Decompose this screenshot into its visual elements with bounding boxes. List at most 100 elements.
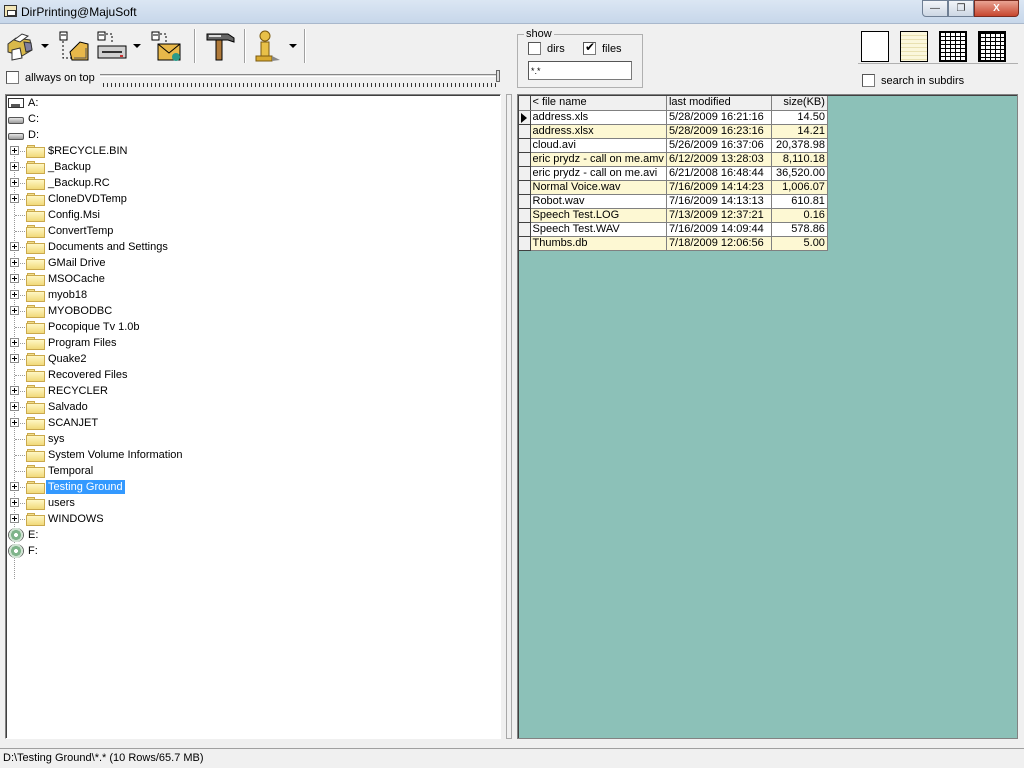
tree-folder[interactable]: Salvado (6, 399, 306, 415)
table-row[interactable]: address.xls 5/28/2009 16:21:16 14.50 (519, 110, 828, 125)
tree-folder[interactable]: CloneDVDTemp (6, 191, 306, 207)
column-header-size[interactable]: size(KB) (771, 96, 828, 111)
tree-folder[interactable]: MYOBODBC (6, 303, 306, 319)
tree-folder[interactable]: Temporal (6, 463, 306, 479)
tree-folder[interactable]: Documents and Settings (6, 239, 306, 255)
tree-folder[interactable]: WINDOWS (6, 511, 306, 527)
last-modified-cell[interactable]: 7/18/2009 12:06:56 (666, 236, 772, 251)
search-subdirs-checkbox[interactable] (862, 74, 875, 87)
grid-view-button[interactable] (939, 31, 967, 62)
table-row[interactable]: address.xlsx 5/28/2009 16:23:16 14.21 (519, 124, 828, 139)
tree-folder[interactable]: _Backup (6, 159, 306, 175)
tree-folder[interactable]: sys (6, 431, 306, 447)
tree-drive-c[interactable]: C: (6, 111, 41, 127)
tree-folder[interactable]: MSOCache (6, 271, 306, 287)
file-name-cell[interactable]: Robot.wav (530, 194, 667, 209)
tree-folder[interactable]: users (6, 495, 306, 511)
files-checkbox[interactable] (583, 40, 596, 55)
row-indicator[interactable] (519, 152, 531, 167)
print-dropdown-arrow[interactable] (41, 44, 49, 48)
last-modified-cell[interactable]: 7/13/2009 12:37:21 (666, 208, 772, 223)
size-cell[interactable]: 14.21 (771, 124, 828, 139)
last-modified-cell[interactable]: 7/16/2009 14:13:13 (666, 194, 772, 209)
last-modified-cell[interactable]: 6/21/2008 16:48:44 (666, 166, 772, 181)
file-name-cell[interactable]: eric prydz - call on me.avi (530, 166, 667, 181)
expand-icon[interactable] (10, 482, 19, 491)
slider-thumb[interactable] (496, 70, 500, 82)
expand-icon[interactable] (10, 194, 19, 203)
last-modified-cell[interactable]: 7/16/2009 14:14:23 (666, 180, 772, 195)
expand-icon[interactable] (10, 306, 19, 315)
expand-icon[interactable] (10, 178, 19, 187)
size-cell[interactable]: 610.81 (771, 194, 828, 209)
file-name-cell[interactable]: address.xlsx (530, 124, 667, 139)
column-header-last-modified[interactable]: last modified (666, 96, 772, 111)
dirs-checkbox[interactable] (528, 42, 541, 55)
tools-button[interactable] (204, 28, 236, 64)
file-mask-input[interactable] (528, 61, 632, 80)
print-button[interactable] (4, 28, 49, 64)
tree-folder[interactable]: GMail Drive (6, 255, 306, 271)
expand-icon[interactable] (10, 274, 19, 283)
info-button[interactable] (252, 28, 297, 64)
tree-drive-e[interactable]: E: (6, 527, 40, 543)
file-name-cell[interactable]: Speech Test.LOG (530, 208, 667, 223)
row-indicator[interactable] (519, 208, 531, 223)
tree-folder[interactable]: Pocopique Tv 1.0b (6, 319, 306, 335)
row-indicator[interactable] (519, 124, 531, 139)
last-modified-cell[interactable]: 5/26/2009 16:37:06 (666, 138, 772, 153)
file-name-cell[interactable]: Normal Voice.wav (530, 180, 667, 195)
file-name-cell[interactable]: address.xls (530, 110, 667, 125)
export-button[interactable] (96, 28, 141, 64)
file-name-cell[interactable]: eric prydz - call on me.amv (530, 152, 667, 167)
expand-icon[interactable] (10, 386, 19, 395)
expand-icon[interactable] (10, 146, 19, 155)
expand-icon[interactable] (10, 162, 19, 171)
row-indicator[interactable] (519, 222, 531, 237)
size-cell[interactable]: 5.00 (771, 236, 828, 251)
show-dirs-option[interactable]: dirs (528, 42, 565, 55)
tree-drive-f[interactable]: F: (6, 543, 40, 559)
striped-view-button[interactable] (900, 31, 928, 62)
tree-folder[interactable]: _Backup.RC (6, 175, 306, 191)
last-modified-cell[interactable]: 6/12/2009 13:28:03 (666, 152, 772, 167)
table-row[interactable]: Speech Test.WAV 7/16/2009 14:09:44 578.86 (519, 222, 828, 237)
tree-folder[interactable]: Quake2 (6, 351, 306, 367)
file-name-cell[interactable]: cloud.avi (530, 138, 667, 153)
expand-icon[interactable] (10, 354, 19, 363)
expand-icon[interactable] (10, 290, 19, 299)
size-cell[interactable]: 14.50 (771, 110, 828, 125)
size-cell[interactable]: 1,006.07 (771, 180, 828, 195)
restore-button[interactable]: ❐ (948, 0, 974, 17)
row-indicator[interactable] (519, 236, 531, 251)
size-cell[interactable]: 20,378.98 (771, 138, 828, 153)
tree-folder[interactable]: Config.Msi (6, 207, 306, 223)
size-cell[interactable]: 0.16 (771, 208, 828, 223)
expand-icon[interactable] (10, 242, 19, 251)
always-on-top-option[interactable]: allways on top (6, 71, 95, 84)
expand-icon[interactable] (10, 514, 19, 523)
size-cell[interactable]: 578.86 (771, 222, 828, 237)
bold-grid-view-button[interactable] (978, 31, 1006, 62)
notepad-button[interactable] (58, 28, 90, 64)
tree-folder[interactable]: ConvertTemp (6, 223, 306, 239)
row-indicator[interactable] (519, 180, 531, 195)
tree-folder[interactable]: Testing Ground (6, 479, 306, 495)
search-subdirs-option[interactable]: search in subdirs (862, 74, 964, 87)
row-indicator[interactable] (519, 110, 531, 125)
table-row[interactable]: Thumbs.db 7/18/2009 12:06:56 5.00 (519, 236, 828, 251)
table-row[interactable]: Speech Test.LOG 7/13/2009 12:37:21 0.16 (519, 208, 828, 223)
always-on-top-checkbox[interactable] (6, 71, 19, 84)
tree-folder[interactable]: $RECYCLE.BIN (6, 143, 306, 159)
tree-folder[interactable]: System Volume Information (6, 447, 306, 463)
email-button[interactable] (150, 28, 182, 64)
plain-view-button[interactable] (861, 31, 889, 62)
opacity-slider[interactable] (100, 70, 500, 88)
close-button[interactable]: X (974, 0, 1019, 17)
file-name-cell[interactable]: Speech Test.WAV (530, 222, 667, 237)
table-row[interactable]: Normal Voice.wav 7/16/2009 14:14:23 1,006.… (519, 180, 828, 195)
expand-icon[interactable] (10, 258, 19, 267)
directory-tree[interactable]: A: C: D: $RECYCLE.BIN _Backup _Backup.RC Clone… (5, 94, 501, 739)
last-modified-cell[interactable]: 7/16/2009 14:09:44 (666, 222, 772, 237)
tree-folder[interactable]: Program Files (6, 335, 306, 351)
